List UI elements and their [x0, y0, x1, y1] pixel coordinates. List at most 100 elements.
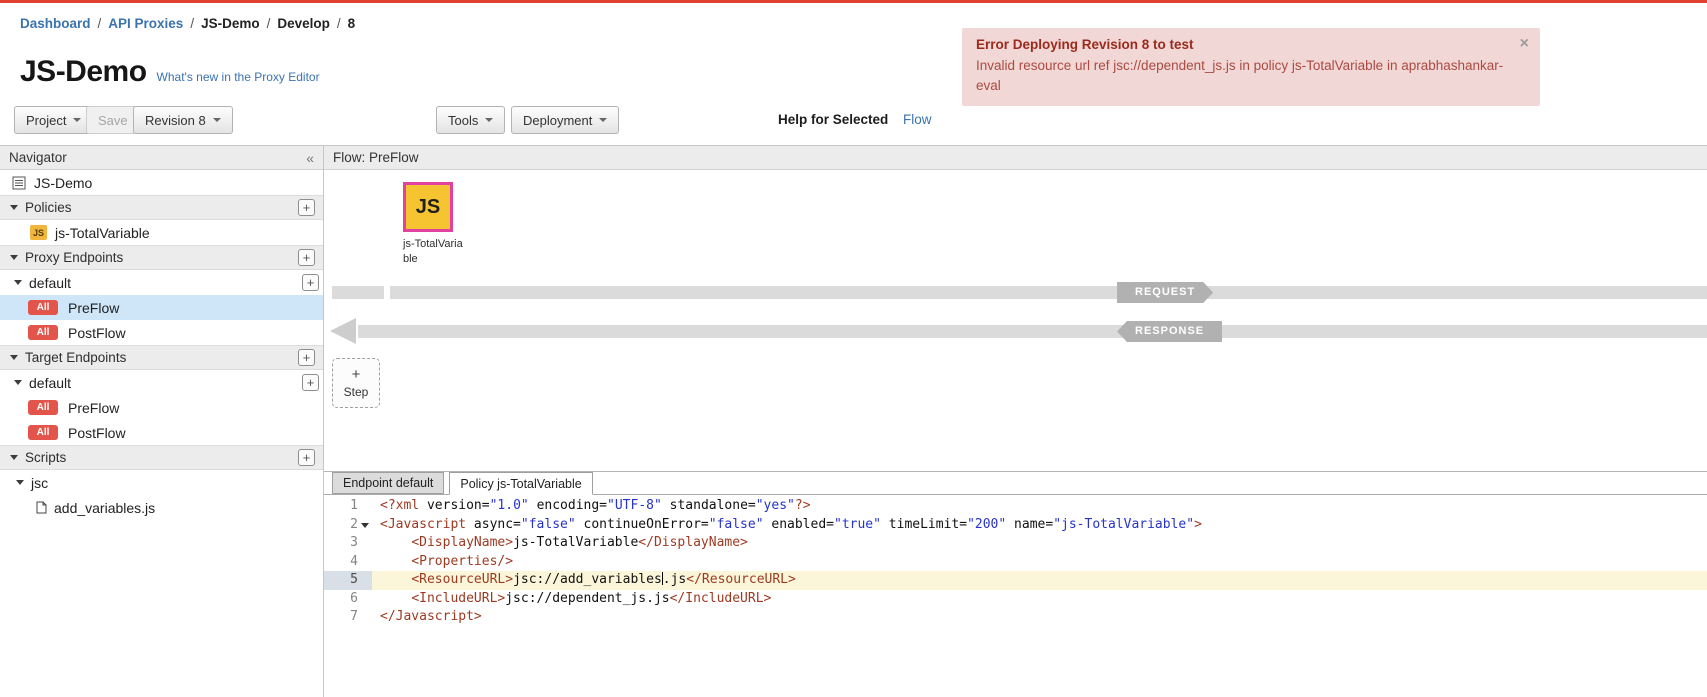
- sidebar-item-proxy-endpoint-default[interactable]: default +: [0, 270, 323, 295]
- breadcrumb-separator: /: [98, 16, 102, 31]
- line-number-gutter: 4: [324, 553, 372, 572]
- breadcrumb-develop: Develop: [277, 16, 330, 31]
- proxy-root-label: JS-Demo: [34, 175, 92, 191]
- sidebar-section-scripts[interactable]: Scripts +: [0, 445, 323, 470]
- close-icon[interactable]: ×: [1520, 36, 1529, 52]
- deployment-menu-button[interactable]: Deployment: [511, 106, 619, 134]
- line-number-gutter: 2: [324, 516, 372, 535]
- flow-label: PostFlow: [68, 325, 126, 341]
- code-line[interactable]: 6 <IncludeURL>jsc://dependent_js.js</Inc…: [324, 590, 1707, 609]
- code-line[interactable]: 1<?xml version="1.0" encoding="UTF-8" st…: [324, 497, 1707, 516]
- condition-all-badge: All: [28, 400, 58, 415]
- line-number-gutter: 6: [324, 590, 372, 609]
- flow-label: PreFlow: [68, 400, 119, 416]
- script-folder-label: jsc: [31, 475, 48, 491]
- plus-icon: +: [352, 367, 361, 382]
- flow-help-link[interactable]: Flow: [903, 112, 932, 127]
- disclosure-triangle-icon[interactable]: [10, 205, 18, 210]
- code-line-text: <?xml version="1.0" encoding="UTF-8" sta…: [372, 497, 811, 516]
- error-banner-message: Invalid resource url ref jsc://dependent…: [976, 56, 1506, 97]
- response-label-badge: RESPONSE: [1117, 321, 1222, 342]
- tab-endpoint-default[interactable]: Endpoint default: [332, 472, 444, 494]
- policy-node-label: js-TotalVariable: [403, 237, 463, 267]
- page-title: JS-Demo: [20, 57, 147, 87]
- help-for-selected-label: Help for Selected: [778, 112, 888, 127]
- line-number-gutter: 1: [324, 497, 372, 516]
- whats-new-link[interactable]: What's new in the Proxy Editor: [157, 70, 320, 84]
- chevron-down-icon: [73, 118, 81, 122]
- code-line-text: <DisplayName>js-TotalVariable</DisplayNa…: [372, 534, 748, 553]
- code-fold-icon[interactable]: [361, 523, 369, 528]
- flow-label: PostFlow: [68, 425, 126, 441]
- code-line[interactable]: 3 <DisplayName>js-TotalVariable</Display…: [324, 534, 1707, 553]
- disclosure-triangle-icon[interactable]: [14, 380, 22, 385]
- script-file-label: add_variables.js: [54, 500, 155, 516]
- disclosure-triangle-icon[interactable]: [10, 455, 18, 460]
- sidebar-item-proxy-root[interactable]: JS-Demo: [0, 170, 323, 195]
- save-button[interactable]: Save: [86, 106, 140, 134]
- add-flow-button[interactable]: +: [302, 274, 319, 291]
- add-policy-button[interactable]: +: [298, 199, 315, 216]
- request-flow-segment: [390, 286, 1707, 299]
- disclosure-triangle-icon[interactable]: [16, 480, 24, 485]
- disclosure-triangle-icon[interactable]: [10, 355, 18, 360]
- error-banner-title: Error Deploying Revision 8 to test: [976, 37, 1506, 52]
- breadcrumb-separator: /: [337, 16, 341, 31]
- flow-title-bar: Flow: PreFlow: [324, 146, 1707, 170]
- sidebar-item-add-variables-js[interactable]: add_variables.js: [0, 495, 323, 520]
- add-target-endpoint-button[interactable]: +: [298, 349, 315, 366]
- code-line[interactable]: 7</Javascript>: [324, 608, 1707, 627]
- revision-menu-button[interactable]: Revision 8: [133, 106, 233, 134]
- policy-node-js-totalvariable[interactable]: JS js-TotalVariable: [403, 182, 483, 267]
- code-line[interactable]: 2<Javascript async="false" continueOnErr…: [324, 516, 1707, 535]
- proxy-icon: [12, 176, 26, 190]
- code-line[interactable]: 5 <ResourceURL>jsc://add_variables.js</R…: [324, 571, 1707, 590]
- code-panel: Endpoint default Policy js-TotalVariable…: [324, 471, 1707, 697]
- request-flow-segment: [332, 286, 384, 299]
- response-arrowhead-icon: [330, 318, 356, 344]
- flow-canvas[interactable]: JS js-TotalVariable REQUEST RESPONSE + S…: [324, 170, 1707, 471]
- code-editor[interactable]: 1<?xml version="1.0" encoding="UTF-8" st…: [324, 495, 1707, 697]
- code-line-text: <IncludeURL>jsc://dependent_js.js</Inclu…: [372, 590, 771, 609]
- code-line[interactable]: 4 <Properties/>: [324, 553, 1707, 572]
- breadcrumb-api-proxies[interactable]: API Proxies: [108, 16, 183, 31]
- code-line-text: </Javascript>: [372, 608, 482, 627]
- line-number-gutter: 7: [324, 608, 372, 627]
- disclosure-triangle-icon[interactable]: [10, 255, 18, 260]
- sidebar-item-proxy-preflow[interactable]: All PreFlow: [0, 295, 323, 320]
- sidebar-section-proxy-endpoints[interactable]: Proxy Endpoints +: [0, 245, 323, 270]
- sidebar-item-target-postflow[interactable]: All PostFlow: [0, 420, 323, 445]
- javascript-policy-icon[interactable]: JS: [403, 182, 453, 232]
- sidebar-section-policies[interactable]: Policies +: [0, 195, 323, 220]
- breadcrumb-revision: 8: [348, 16, 356, 31]
- code-line-text: <Javascript async="false" continueOnErro…: [372, 516, 1202, 535]
- sidebar-item-proxy-postflow[interactable]: All PostFlow: [0, 320, 323, 345]
- condition-all-badge: All: [28, 425, 58, 440]
- sidebar-item-jsc-folder[interactable]: jsc: [0, 470, 323, 495]
- condition-all-badge: All: [28, 325, 58, 340]
- sidebar-section-target-endpoints[interactable]: Target Endpoints +: [0, 345, 323, 370]
- flow-title: Flow: PreFlow: [333, 150, 419, 165]
- add-step-button[interactable]: + Step: [332, 358, 380, 408]
- code-lines: 1<?xml version="1.0" encoding="UTF-8" st…: [324, 497, 1707, 627]
- file-icon: [36, 501, 47, 514]
- add-script-button[interactable]: +: [298, 449, 315, 466]
- tab-policy-js-totalvariable[interactable]: Policy js-TotalVariable: [449, 472, 592, 495]
- add-flow-button[interactable]: +: [302, 374, 319, 391]
- code-line-text: <Properties/>: [372, 553, 513, 572]
- disclosure-triangle-icon[interactable]: [14, 280, 22, 285]
- sidebar-item-policy-js-totalvariable[interactable]: JS js-TotalVariable: [0, 220, 323, 245]
- endpoint-group-label: default: [29, 275, 71, 291]
- section-label: Proxy Endpoints: [25, 250, 123, 265]
- breadcrumb-separator: /: [190, 16, 194, 31]
- tools-menu-button[interactable]: Tools: [436, 106, 505, 134]
- sidebar-item-target-endpoint-default[interactable]: default +: [0, 370, 323, 395]
- chevron-down-icon: [485, 118, 493, 122]
- add-proxy-endpoint-button[interactable]: +: [298, 249, 315, 266]
- project-menu-button[interactable]: Project: [14, 106, 93, 134]
- sidebar-item-target-preflow[interactable]: All PreFlow: [0, 395, 323, 420]
- breadcrumb-dashboard[interactable]: Dashboard: [20, 16, 91, 31]
- collapse-sidebar-icon[interactable]: «: [306, 150, 314, 166]
- chevron-down-icon: [599, 118, 607, 122]
- line-number-gutter: 5: [324, 571, 372, 590]
